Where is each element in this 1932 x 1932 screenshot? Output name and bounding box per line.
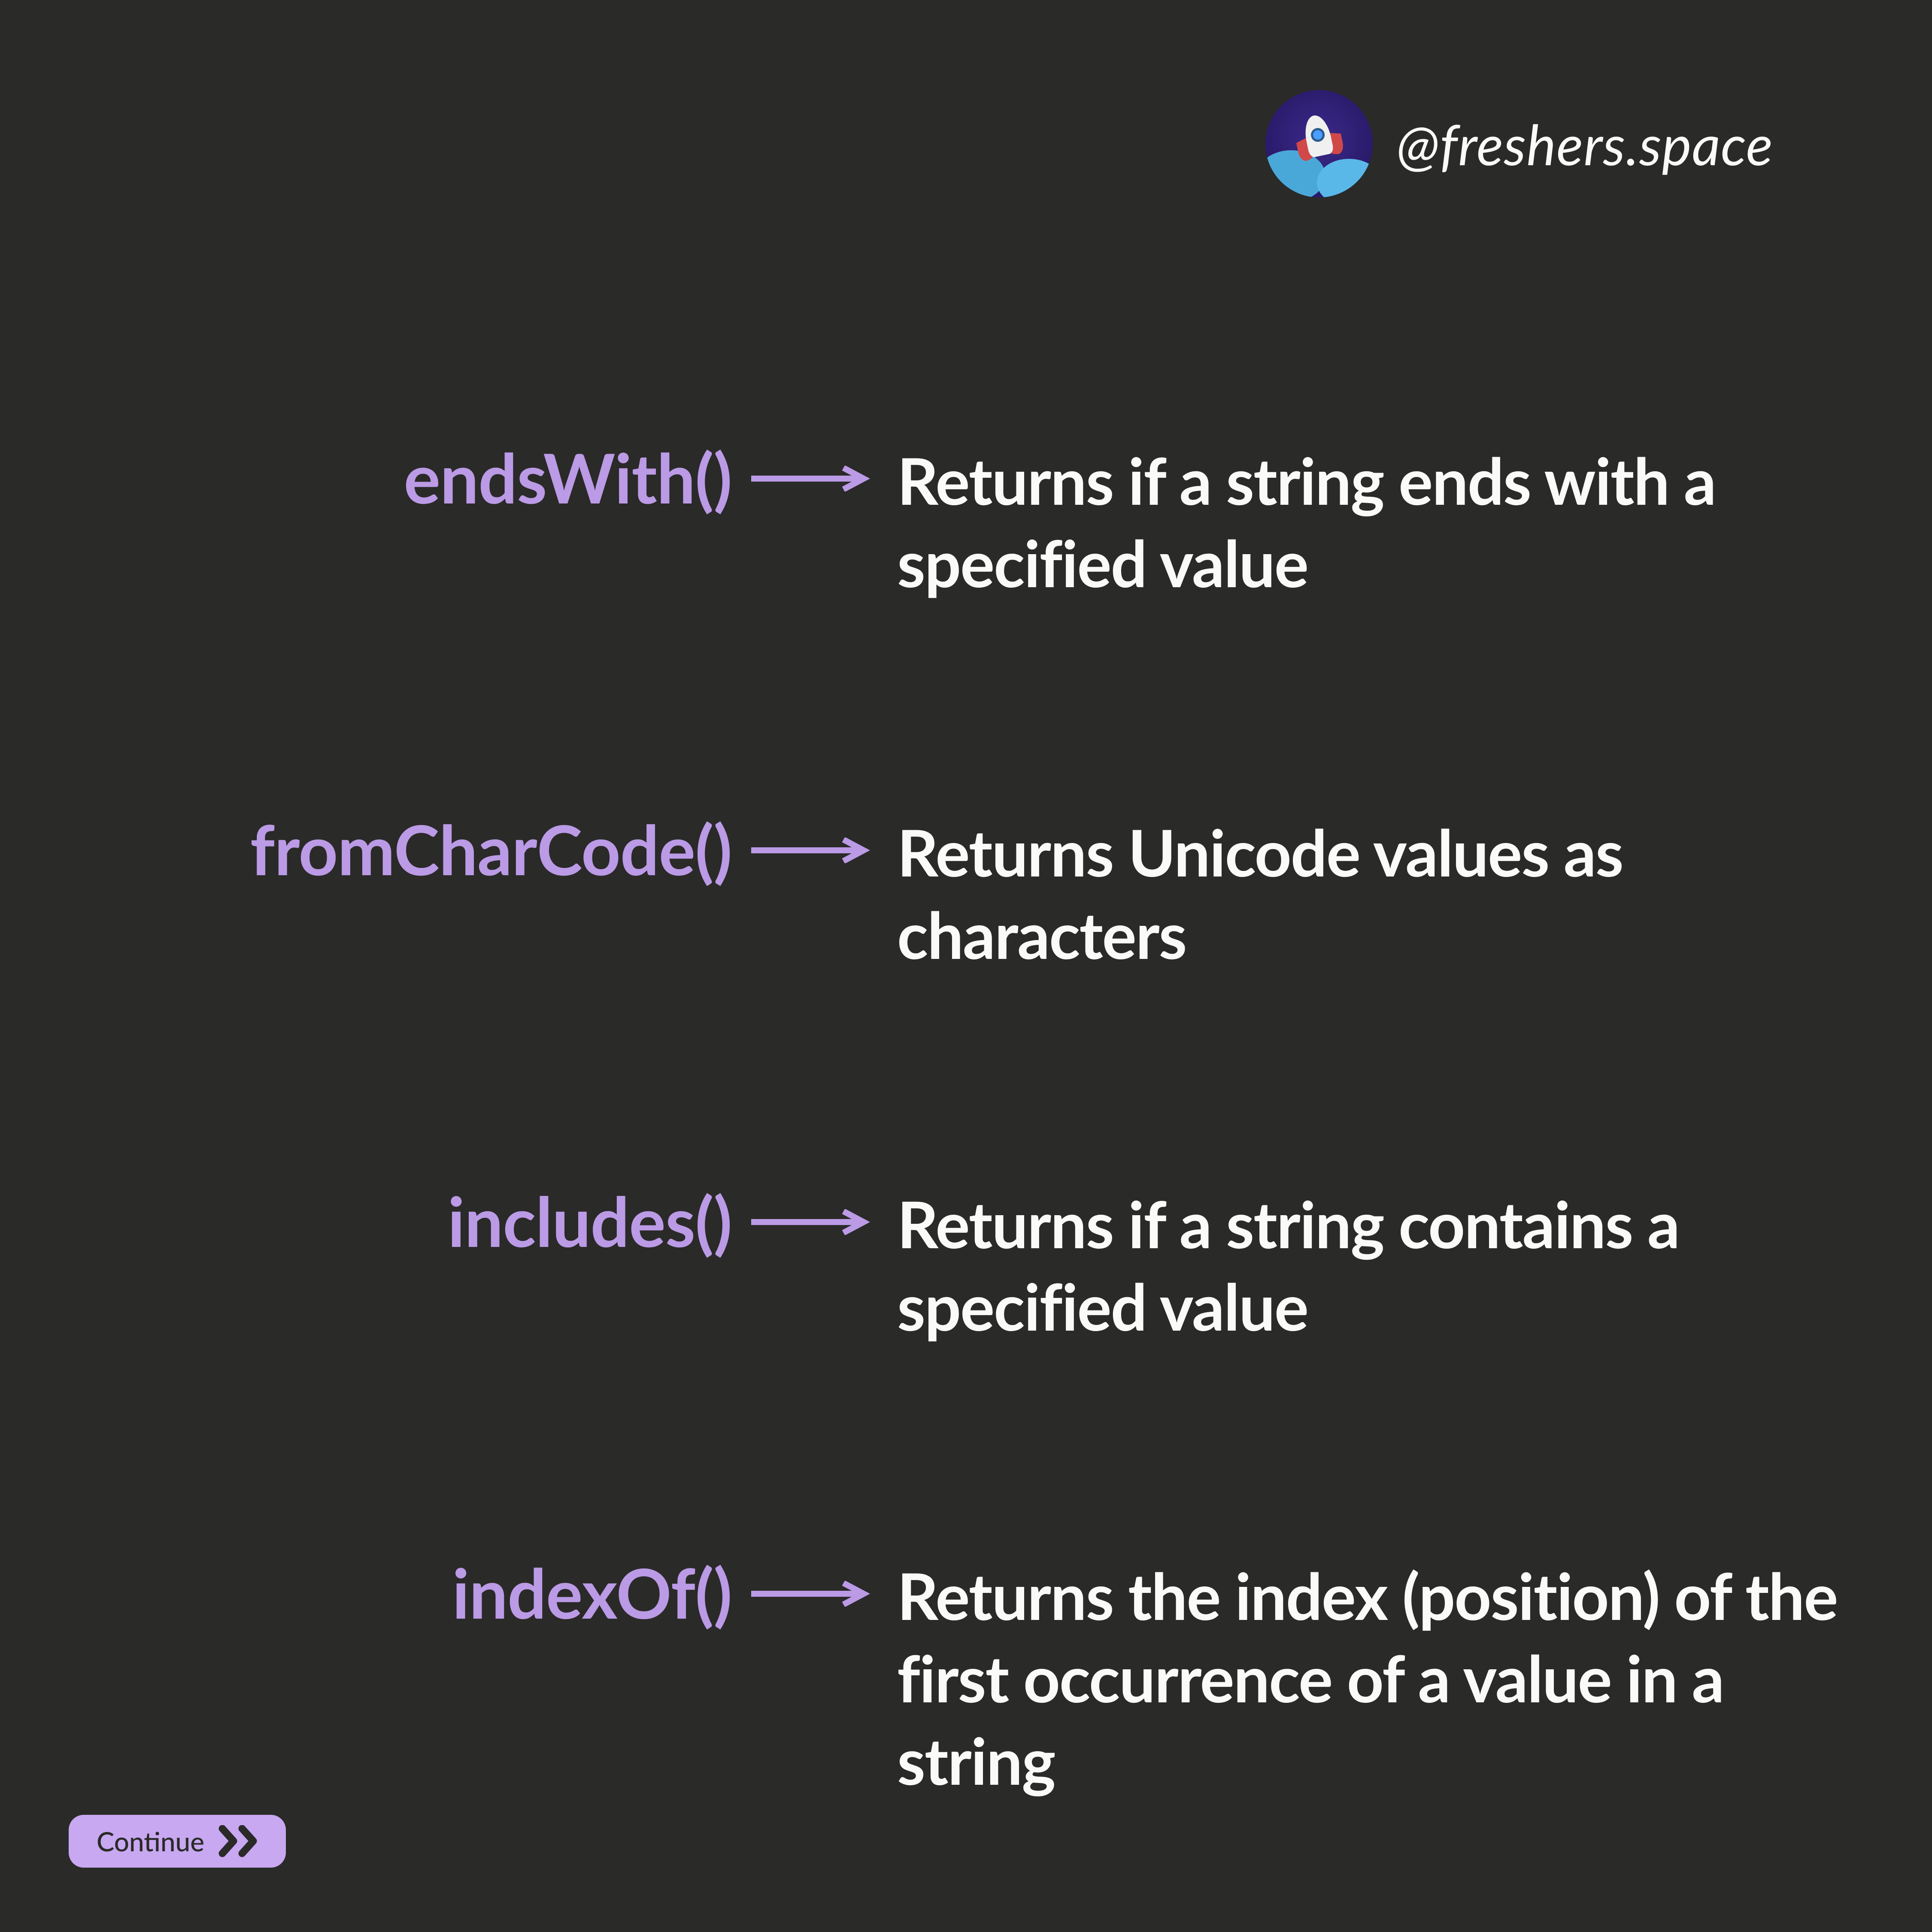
continue-label: Continue: [97, 1826, 204, 1857]
header: @freshers.space: [1265, 90, 1773, 197]
method-name: fromCharCode(): [77, 810, 751, 889]
method-name: includes(): [77, 1181, 751, 1260]
method-row: includes() Returns if a string contains …: [77, 1181, 1855, 1347]
arrow-icon: [751, 438, 897, 493]
method-row: fromCharCode() Returns Unicode values as…: [77, 810, 1855, 975]
continue-button[interactable]: Continue: [69, 1815, 286, 1868]
method-name: endsWith(): [77, 438, 751, 517]
account-handle: @freshers.space: [1396, 110, 1773, 177]
method-row: endsWith() Returns if a string ends with…: [77, 438, 1855, 604]
method-description: Returns Unicode values as characters: [897, 810, 1855, 975]
chevron-right-double-icon: [217, 1825, 264, 1857]
arrow-icon: [751, 1181, 897, 1237]
arrow-icon: [751, 810, 897, 865]
method-description: Returns the index (position) of the firs…: [897, 1553, 1855, 1801]
brand-logo: [1265, 90, 1373, 197]
method-name: indexOf(): [77, 1553, 751, 1632]
method-description: Returns if a string ends with a specifie…: [897, 438, 1855, 604]
methods-list: endsWith() Returns if a string ends with…: [0, 438, 1932, 1801]
arrow-icon: [751, 1553, 897, 1608]
method-row: indexOf() Returns the index (position) o…: [77, 1553, 1855, 1801]
method-description: Returns if a string contains a specified…: [897, 1181, 1855, 1347]
